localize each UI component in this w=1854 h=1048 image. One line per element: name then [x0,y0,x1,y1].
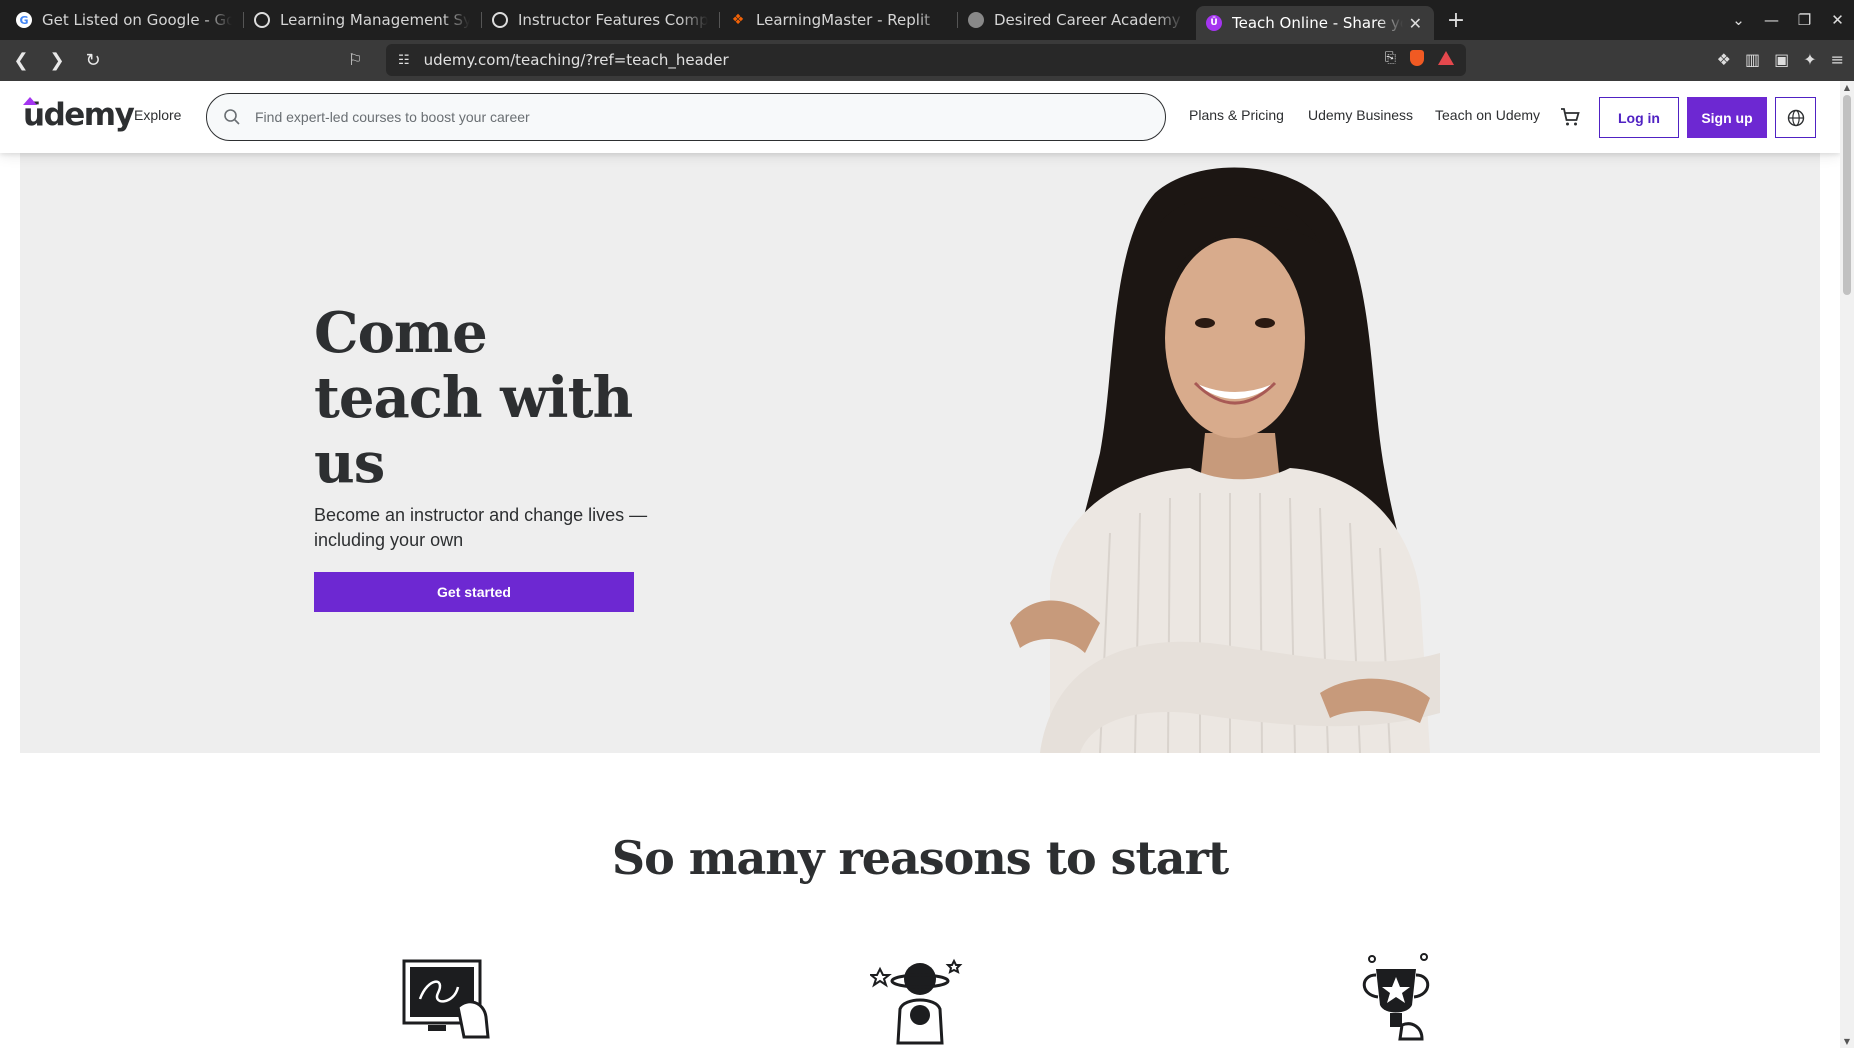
teach-on-udemy-link[interactable]: Teach on Udemy [1435,107,1540,123]
search-icon [224,109,240,125]
close-icon[interactable]: ✕ [1409,14,1422,33]
globe-icon [1787,109,1804,126]
browser-tab[interactable]: Instructor Features Compari [482,0,720,40]
astronaut-icon [870,958,963,1045]
tab-title: Get Listed on Google - Goog [42,11,232,29]
browser-tab-strip: G Get Listed on Google - Goog Learning M… [0,0,1854,40]
hero-title: Come teach with us [314,300,633,496]
tab-title: Instructor Features Compari [518,11,708,29]
site-header: ūdemy Explore Plans & Pricing Udemy Busi… [0,81,1840,153]
trophy-icon [1362,953,1430,1041]
tab-title: Teach Online - Share you [1232,14,1403,32]
search-input[interactable] [255,109,1135,125]
get-started-button[interactable]: Get started [314,572,634,612]
brave-rewards-icon[interactable] [1438,51,1454,65]
brave-shield-icon[interactable] [1410,50,1424,66]
chatgpt-icon [254,12,270,28]
explore-menu[interactable]: Explore [134,107,181,123]
browser-tab[interactable]: Learning Management Syste [244,0,482,40]
share-icon[interactable]: ⎘ [1385,50,1396,66]
udemy-business-link[interactable]: Udemy Business [1308,107,1413,123]
browser-toolbar: ❮ ❯ ↻ ⚐ ☷ udemy.com/teaching/?ref=teach_… [0,40,1854,81]
forward-icon[interactable]: ❯ [42,50,72,71]
browser-tab[interactable]: ❖ LearningMaster - Replit [720,0,958,40]
page-scrollbar[interactable]: ▲ ▼ [1840,81,1854,1048]
extensions-icon[interactable]: ❖ [1717,50,1731,69]
reload-icon[interactable]: ↻ [78,50,108,71]
udemy-logo[interactable]: ūdemy [23,97,135,133]
chatgpt-icon [492,12,508,28]
tab-title: LearningMaster - Replit [756,11,931,29]
tab-list-chevron-icon[interactable]: ⌄ [1722,11,1755,29]
search-bar[interactable] [206,93,1166,141]
address-bar[interactable]: ⚐ ☷ udemy.com/teaching/?ref=teach_header… [348,44,1466,76]
hero-banner: Come teach with us Become an instructor … [20,153,1820,753]
minimize-icon[interactable]: — [1755,11,1788,29]
google-icon: G [16,12,32,28]
wallet-icon[interactable]: ▣ [1774,50,1789,69]
bookmark-icon[interactable]: ⚐ [348,50,362,69]
udemy-icon: Ū [1206,15,1222,31]
url-text[interactable]: udemy.com/teaching/?ref=teach_header [424,51,729,69]
cart-icon[interactable] [1559,106,1581,128]
browser-tab[interactable]: G Get Listed on Google - Goog [6,0,244,40]
back-icon[interactable]: ❮ [6,50,36,71]
replit-icon: ❖ [731,12,745,28]
leo-ai-icon[interactable]: ✦ [1803,50,1816,69]
hero-subtitle: Become an instructor and change lives — … [314,505,648,550]
language-button[interactable] [1775,97,1816,138]
page-viewport: ūdemy Explore Plans & Pricing Udemy Busi… [0,81,1840,1048]
scrollbar-thumb[interactable] [1843,95,1851,295]
chalkboard-icon [402,959,490,1039]
browser-tab-active[interactable]: Ū Teach Online - Share you ✕ [1196,6,1434,40]
tab-title: Learning Management Syste [280,11,470,29]
close-window-icon[interactable]: ✕ [1821,11,1854,29]
menu-icon[interactable]: ≡ [1831,50,1844,69]
site-settings-icon[interactable]: ☷ [398,53,410,68]
logo-cap-icon [23,97,37,105]
signup-button[interactable]: Sign up [1687,97,1767,138]
instructor-photo [1010,167,1440,753]
reasons-heading: So many reasons to start [611,831,1229,885]
logo-text: ūdemy [23,97,135,133]
new-tab-button[interactable]: + [1438,8,1474,33]
plans-pricing-link[interactable]: Plans & Pricing [1189,107,1284,123]
browser-tab[interactable]: Desired Career Academy | En [958,0,1196,40]
globe-icon [968,12,984,28]
tab-title: Desired Career Academy | En [994,11,1184,29]
restore-icon[interactable]: ❐ [1788,11,1821,29]
sidebar-icon[interactable]: ▥ [1745,50,1760,69]
login-button[interactable]: Log in [1599,97,1679,138]
scroll-down-icon[interactable]: ▼ [1840,1037,1854,1046]
scroll-up-icon[interactable]: ▲ [1840,83,1854,92]
